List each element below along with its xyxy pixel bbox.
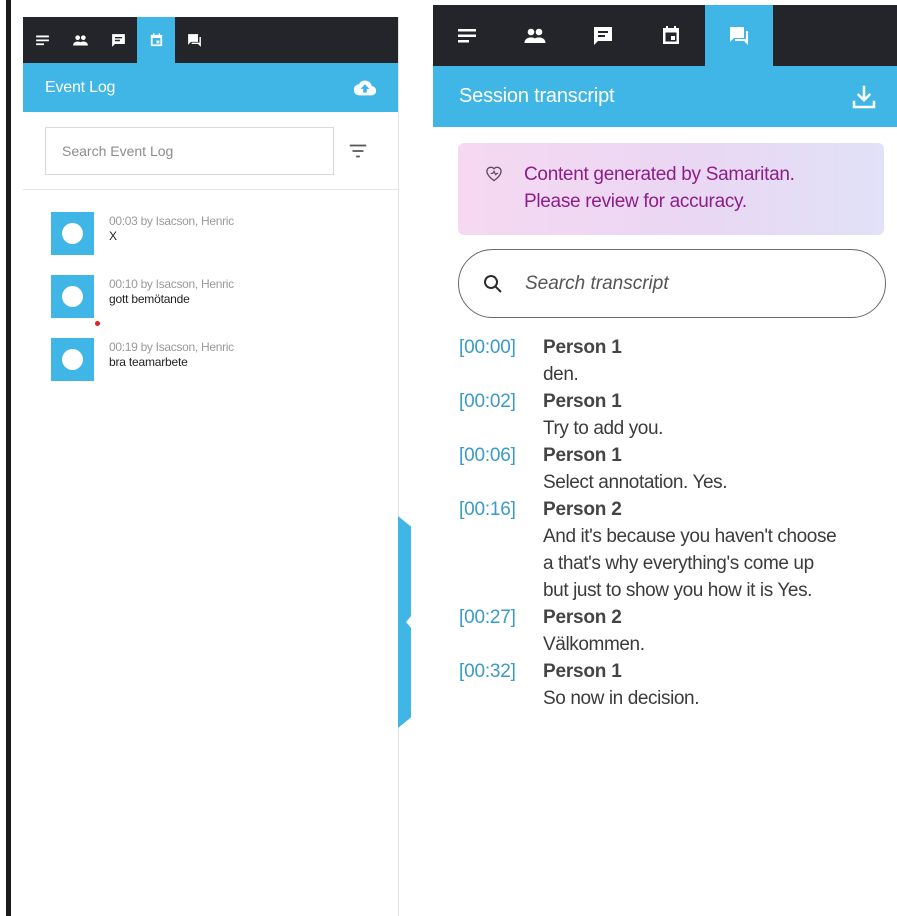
transcript-text: So now in decision. <box>543 688 700 709</box>
tab-event-log[interactable] <box>637 5 705 66</box>
transcript-entry: [00:02] Person 1 Try to add you. <box>459 388 897 442</box>
tab-comments[interactable] <box>569 5 637 66</box>
event-meta: 00:19 by Isacson, Henric <box>109 340 234 354</box>
calendar-icon <box>663 25 679 44</box>
event-log-search-row <box>23 112 398 190</box>
transcript-speaker: Person 1 <box>543 445 622 466</box>
event-log-panel: Event Log 00:03 by Isacson, Henric X <box>23 17 399 916</box>
tab-notes[interactable] <box>23 17 61 63</box>
chat-icon <box>187 33 201 47</box>
event-meta: 00:10 by Isacson, Henric <box>109 277 234 291</box>
event-log-tabbar <box>23 17 398 63</box>
calendar-icon <box>150 32 162 46</box>
notice-line-2: Please review for accuracy. <box>524 191 747 212</box>
tab-transcript[interactable] <box>705 5 773 66</box>
people-icon <box>72 34 88 45</box>
event-item[interactable]: 00:19 by Isacson, Henric bra teamarbete <box>23 338 398 401</box>
tab-participants[interactable] <box>61 17 99 63</box>
app-window: Event Log 00:03 by Isacson, Henric X <box>0 0 897 916</box>
event-log-header: Event Log <box>23 63 398 112</box>
event-log-search-input[interactable] <box>62 142 333 159</box>
transcript-timestamp[interactable]: [00:06] <box>459 442 543 496</box>
chat-icon <box>730 26 748 45</box>
notes-icon <box>35 35 49 45</box>
transcript-speaker: Person 1 <box>543 337 622 358</box>
transcript-speaker: Person 2 <box>543 607 622 628</box>
transcript-text: Try to add you. <box>543 418 664 439</box>
transcript-tabbar <box>433 5 897 66</box>
transcript-search-input[interactable] <box>525 272 825 295</box>
comment-icon <box>111 33 125 47</box>
transcript-title: Session transcript <box>459 85 615 107</box>
transcript-entry: [00:27] Person 2 Välkommen. <box>459 604 897 658</box>
transcript-search-box <box>458 249 886 318</box>
event-avatar <box>51 212 94 255</box>
window-edge <box>0 0 11 916</box>
transcript-entry: [00:00] Person 1 den. <box>459 334 897 388</box>
event-text: gott bemötande <box>109 292 190 306</box>
transcript-timestamp[interactable]: [00:02] <box>459 388 543 442</box>
tab-notes[interactable] <box>433 5 501 66</box>
transcript-entry: [00:16] Person 2 And it's because you ha… <box>459 496 897 604</box>
comment-icon <box>594 26 612 45</box>
transcript-text: Välkommen. <box>543 634 645 655</box>
people-icon <box>524 28 546 43</box>
event-log-title: Event Log <box>45 78 116 96</box>
transcript-timestamp[interactable]: [00:32] <box>459 658 543 712</box>
cloud-upload-icon[interactable] <box>354 77 376 99</box>
event-meta: 00:03 by Isacson, Henric <box>109 214 234 228</box>
heart-icon <box>484 163 504 183</box>
ai-disclaimer-notice: Content generated by Samaritan. Please r… <box>458 143 884 235</box>
filter-icon <box>349 144 367 157</box>
transcript-panel: Session transcript Content generated by … <box>433 5 897 916</box>
event-avatar <box>51 275 94 318</box>
event-avatar <box>51 338 94 381</box>
transcript-text: And it's because you haven't choose <box>543 526 837 547</box>
notes-icon <box>458 28 476 42</box>
event-log-search-box <box>45 126 334 175</box>
transcript-timestamp[interactable]: [00:27] <box>459 604 543 658</box>
event-text: bra teamarbete <box>109 355 188 369</box>
transcript-speaker: Person 1 <box>543 661 622 682</box>
transcript-header: Session transcript <box>433 66 897 127</box>
panel-resize-handle[interactable] <box>398 516 411 728</box>
transcript-entry: [00:06] Person 1 Select annotation. Yes. <box>459 442 897 496</box>
tab-comments[interactable] <box>99 17 137 63</box>
transcript-text: but just to show you how it is Yes. <box>543 580 813 601</box>
event-item[interactable]: 00:10 by Isacson, Henric gott bemötande <box>23 275 398 338</box>
transcript-timestamp[interactable]: [00:16] <box>459 496 543 604</box>
search-icon <box>484 274 502 293</box>
transcript-timestamp[interactable]: [00:00] <box>459 334 543 388</box>
collapse-arrow-icon <box>406 615 411 629</box>
transcript-text: Select annotation. Yes. <box>543 472 728 493</box>
cursor-marker <box>95 321 100 326</box>
transcript-speaker: Person 1 <box>543 391 622 412</box>
transcript-entry: [00:32] Person 1 So now in decision. <box>459 658 897 712</box>
tab-participants[interactable] <box>501 5 569 66</box>
tabbar-filler <box>773 5 897 66</box>
filter-button[interactable] <box>346 139 370 163</box>
transcript-text: den. <box>543 364 579 385</box>
event-item[interactable]: 00:03 by Isacson, Henric X <box>23 212 398 275</box>
event-list: 00:03 by Isacson, Henric X 00:10 by Isac… <box>23 190 398 401</box>
transcript-text: a that's why everything's come up <box>543 553 814 574</box>
transcript-speaker: Person 2 <box>543 499 622 520</box>
tab-event-log[interactable] <box>137 17 175 63</box>
notice-line-1: Content generated by Samaritan. <box>524 164 795 185</box>
tab-transcript[interactable] <box>175 17 213 63</box>
transcript-list: [00:00] Person 1 den. [00:02] Person 1 T… <box>433 334 897 712</box>
download-icon[interactable] <box>849 82 879 112</box>
event-text: X <box>109 229 117 243</box>
